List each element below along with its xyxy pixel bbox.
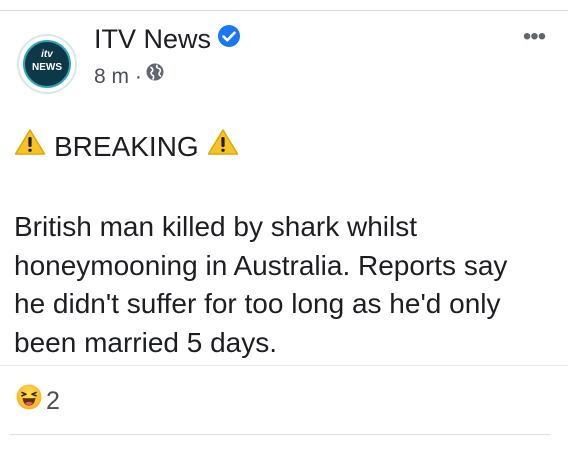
post-meta: 8 m · [94, 62, 165, 91]
page-name-link[interactable]: ITV News [94, 24, 211, 54]
reaction-count: 2 [46, 387, 60, 416]
post-body-line: been married 5 days. [14, 326, 278, 358]
content-divider [0, 365, 568, 366]
post-timestamp[interactable]: 8 m [94, 65, 129, 88]
reactions-summary[interactable]: 2 [16, 384, 60, 419]
avatar-logo-text: itv [41, 49, 53, 60]
more-options-button[interactable]: ••• [514, 24, 554, 50]
avatar-logo-word: NEWS [32, 62, 62, 73]
page-name-header: ITV News [94, 23, 241, 57]
post-body-line: he didn't suffer for too long as he'd on… [14, 288, 501, 319]
warning-icon [207, 128, 239, 164]
itv-news-logo: itv NEWS [23, 40, 71, 88]
top-divider [0, 10, 568, 11]
breaking-label: BREAKING [54, 131, 199, 162]
page-avatar[interactable]: itv NEWS [17, 34, 77, 94]
warning-icon [14, 128, 46, 164]
post-body-line: British man killed by shark whilst [14, 211, 418, 242]
meta-separator: · [134, 65, 142, 89]
actions-divider [10, 434, 550, 435]
post-body: British man killed by shark whilst honey… [14, 208, 559, 362]
haha-emoji-icon [16, 384, 42, 417]
breaking-line: BREAKING [14, 128, 239, 167]
post-body-line: honeymooning in Australia. Reports say [14, 249, 508, 281]
verified-badge-icon [217, 23, 241, 55]
globe-icon [145, 62, 165, 89]
